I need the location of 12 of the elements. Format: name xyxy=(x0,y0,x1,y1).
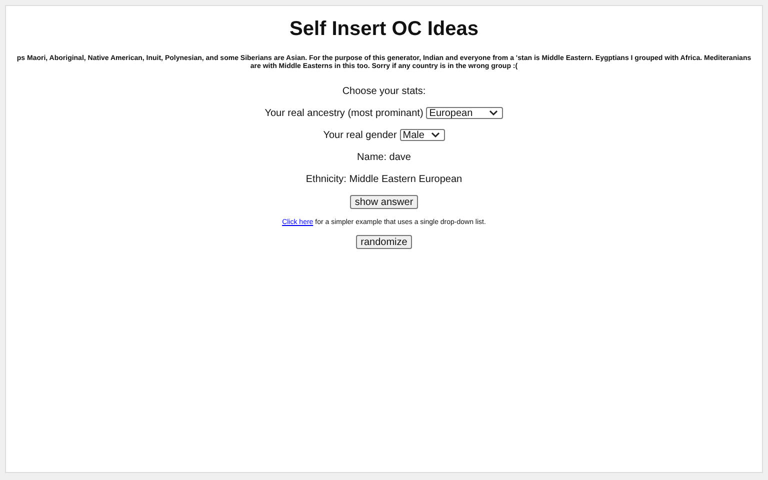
page-title: Self Insert OC Ideas xyxy=(288,18,480,41)
select-label: Your real ancestry (most prominant) xyxy=(264,108,424,118)
dropdown[interactable]: Male xyxy=(400,129,445,141)
result-text: Name: dave xyxy=(357,152,411,162)
prompt-text: Choose your stats: xyxy=(342,86,426,96)
result-text: Ethnicity: Middle Eastern European xyxy=(306,174,462,184)
randomize-button[interactable]: randomize xyxy=(356,235,412,249)
caret-icon xyxy=(430,132,440,138)
show-answer-button[interactable]: show answer xyxy=(350,195,418,209)
caret-icon xyxy=(489,110,498,116)
select-label: Your real gender xyxy=(323,130,397,140)
dropdown[interactable]: European xyxy=(426,107,504,119)
